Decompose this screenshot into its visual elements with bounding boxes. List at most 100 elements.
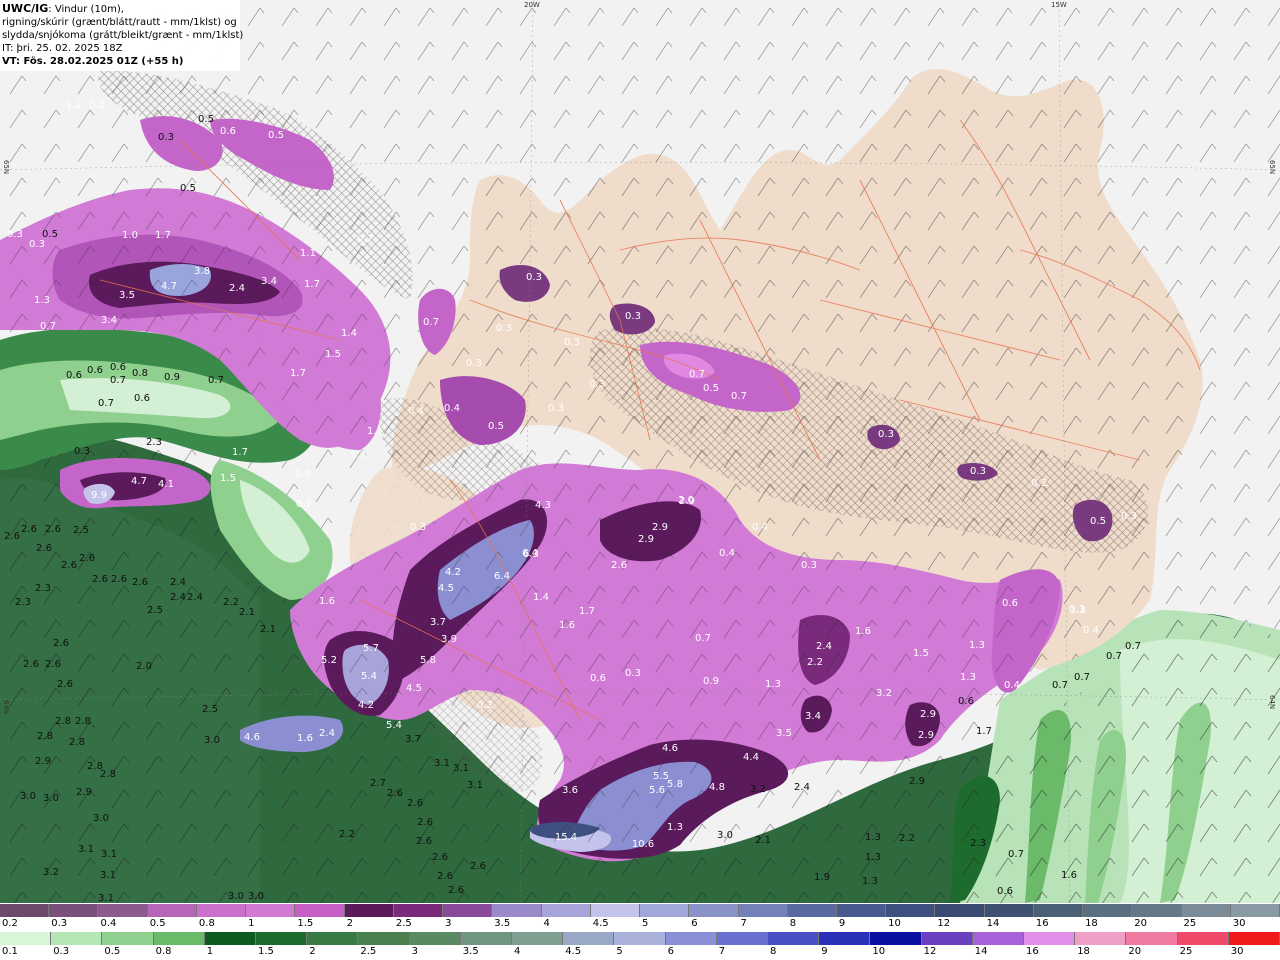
value-label: 2.4: [170, 592, 186, 603]
legend-label: 4: [514, 946, 521, 957]
legend-label: 5: [642, 918, 649, 929]
legend-swatch: [836, 904, 887, 917]
value-label: 0.7: [357, 234, 373, 245]
value-label: 0.3: [1121, 511, 1137, 522]
value-label: 2.2: [807, 657, 823, 668]
value-label: 0.5: [703, 383, 719, 394]
value-label: 3.1: [467, 780, 483, 791]
value-label: 2.2: [339, 829, 355, 840]
value-label: 2.9: [638, 534, 654, 545]
value-label: 2.6: [448, 885, 464, 896]
legend-swatch: [102, 932, 154, 945]
model-name: UWC/IG: [2, 2, 49, 15]
legend-swatch: [295, 904, 345, 917]
info-line4: IT: þri. 25. 02. 2025 18Z: [2, 43, 123, 54]
legend-label: 9: [838, 918, 846, 929]
legend-label: 25: [1179, 946, 1193, 957]
value-label: 2.8: [75, 716, 91, 727]
value-label: 0.7: [110, 375, 126, 386]
legend-label: 2: [346, 918, 353, 929]
value-label: 2.6: [4, 531, 20, 542]
info-line5: VT: Fös. 28.02.2025 01Z (+55 h): [2, 56, 184, 67]
value-label: 2.6: [21, 524, 37, 535]
value-label: 1.6: [559, 620, 575, 631]
value-label: 3.2: [43, 867, 59, 878]
legend-label: 10: [872, 946, 886, 957]
value-label: 4.4: [743, 752, 759, 763]
value-label: 2.6: [111, 574, 127, 585]
value-label: 1.5: [913, 648, 929, 659]
value-label: 2.6: [36, 543, 52, 554]
value-label: 0.7: [695, 633, 711, 644]
lat-label-64n-right: 64N: [1268, 695, 1276, 710]
value-label: 3.5: [119, 290, 135, 301]
legend-swatch: [689, 904, 739, 917]
value-label: 2.9: [920, 709, 936, 720]
legend-swatch: [819, 932, 871, 945]
legend-swatch: [256, 932, 308, 945]
value-label: 2.6: [416, 836, 432, 847]
value-label: 2.8: [37, 731, 53, 742]
value-label: 0.6: [958, 696, 974, 707]
value-label: 1.3: [765, 679, 781, 690]
value-label: 2.1: [239, 607, 255, 618]
legend-swatch: [1228, 932, 1280, 945]
value-label: 4.7: [131, 476, 147, 487]
value-label: 0.3: [589, 379, 605, 390]
value-label: 0.5: [180, 183, 196, 194]
legend-label: 4: [543, 918, 550, 929]
value-label: 3.1: [453, 763, 469, 774]
value-label: 0.3: [526, 272, 542, 283]
legend-label: 14: [974, 946, 988, 957]
legend-swatch: [1126, 932, 1178, 945]
value-label: 3.7: [405, 734, 421, 745]
value-label: 1.7: [579, 606, 595, 617]
value-label: 1.6: [297, 733, 313, 744]
value-label: 2.8: [69, 737, 85, 748]
value-label: 2.6: [45, 524, 61, 535]
legend-label: 4.5: [592, 918, 609, 929]
legend-label: 25: [1183, 918, 1197, 929]
value-label: 5.2: [321, 655, 337, 666]
lon-label-15w: 15W: [1051, 1, 1067, 9]
weather-map: 1.2 0.2 0.5 0.3 0.6 0.5 0.5 0.3 0.5 0.3 1.0 1.7 0.7 1…: [0, 0, 1280, 903]
legend-label: 30: [1232, 918, 1246, 929]
value-label: 2.4: [319, 728, 335, 739]
legend-label: 8: [789, 918, 797, 929]
value-label: 0.4: [719, 548, 735, 559]
legend-swatch: [787, 904, 837, 917]
value-label: 4.8: [709, 782, 725, 793]
info-line3: slydda/snjókoma (grátt/bleikt/grænt - mm…: [2, 30, 244, 41]
value-label: 2.1: [755, 835, 771, 846]
value-label: 0.7: [1106, 651, 1122, 662]
value-label: 1.6: [1061, 870, 1077, 881]
legend-snow-bar: [0, 904, 1280, 917]
value-label: 0.7: [98, 398, 114, 409]
value-label: 9.9: [91, 490, 107, 501]
value-label: 4.1: [158, 479, 174, 490]
value-label: 1.3: [865, 832, 881, 843]
value-label: 1.5: [220, 473, 236, 484]
value-label: 2.3: [146, 437, 162, 448]
value-label: 0.3: [878, 429, 894, 440]
value-label: 2.9: [35, 756, 51, 767]
legend-swatch: [49, 904, 99, 917]
value-label: 2.6: [417, 817, 433, 828]
value-label: 0.3: [410, 522, 426, 533]
legend-swatch: [921, 932, 973, 945]
legend-label: 0.3: [51, 918, 68, 929]
info-line1: : Vindur (10m),: [48, 4, 124, 15]
value-label: 1.4: [341, 328, 357, 339]
legend-swatch: [443, 904, 493, 917]
value-label: 3.0: [717, 830, 733, 841]
value-label: 1.2: [66, 100, 82, 111]
value-label: 2.6: [387, 788, 403, 799]
value-label: 2.6: [57, 679, 73, 690]
value-label: 3.1: [78, 844, 94, 855]
legend-label: 1.5: [258, 946, 274, 957]
value-label: 2.6: [92, 574, 108, 585]
value-label: 0.5: [268, 130, 284, 141]
value-label: 2.3: [15, 597, 31, 608]
value-label: 2.6: [470, 861, 486, 872]
value-label: 0.3: [1069, 604, 1085, 615]
